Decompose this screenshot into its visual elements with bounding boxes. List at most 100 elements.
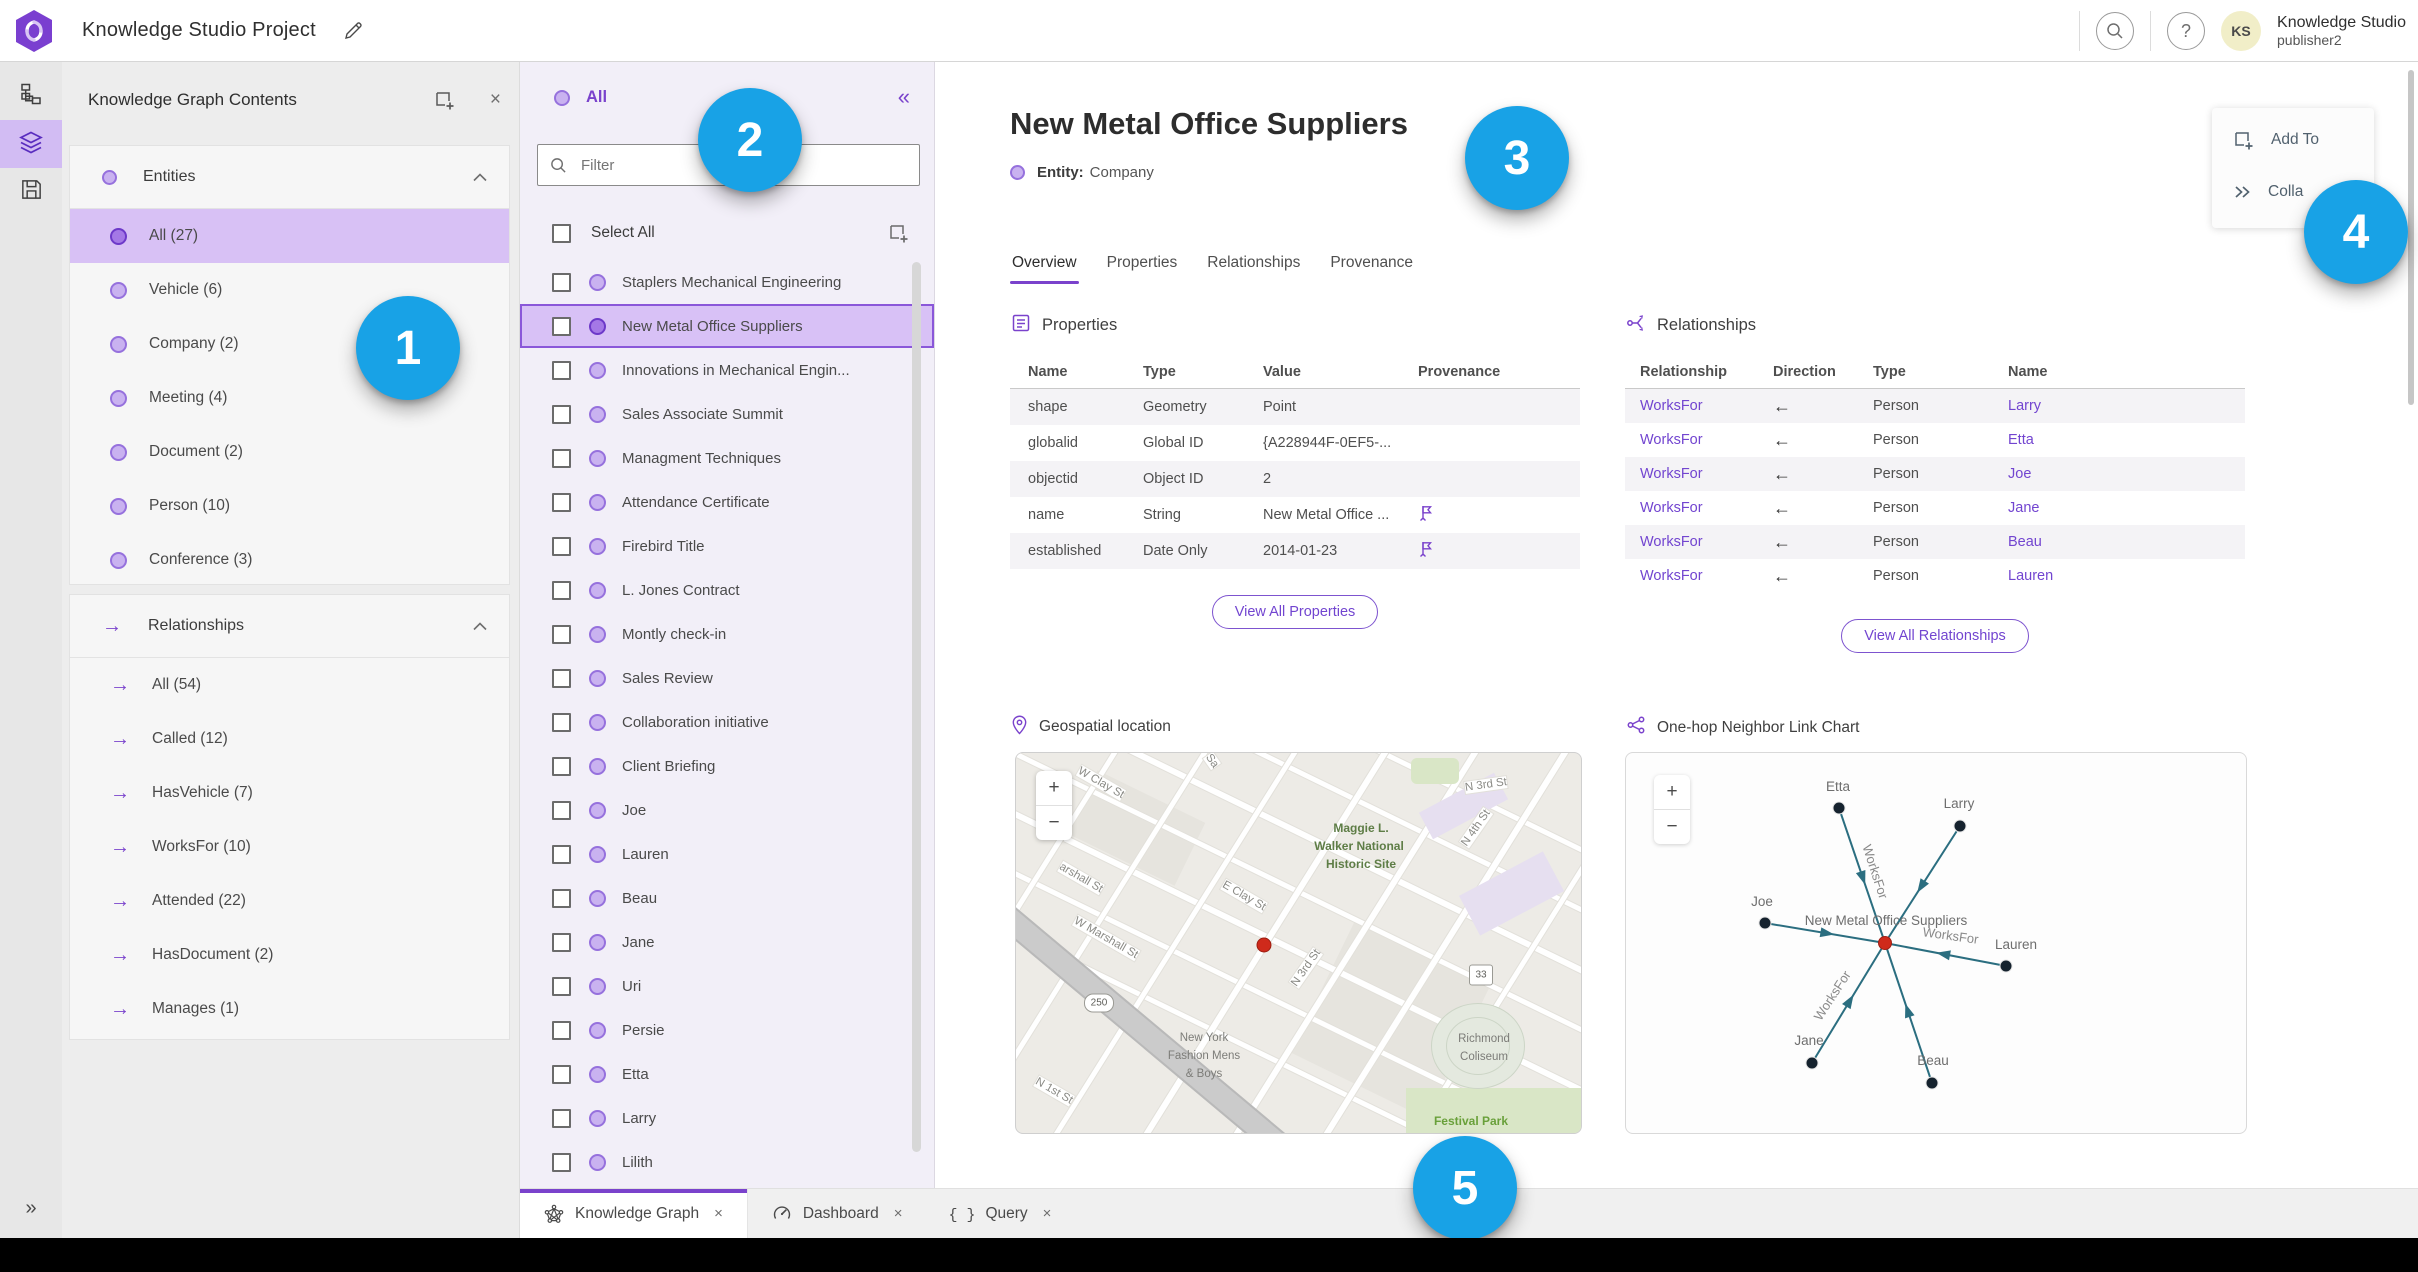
provenance-flag-icon[interactable] bbox=[1418, 540, 1580, 562]
entity-list-item[interactable]: Etta bbox=[520, 1052, 934, 1096]
chart-node[interactable] bbox=[1953, 819, 1967, 833]
relationship-type-item[interactable]: → HasVehicle (7) bbox=[70, 766, 509, 820]
entity-list-item[interactable]: Attendance Certificate bbox=[520, 480, 934, 524]
chart-node[interactable] bbox=[1758, 916, 1772, 930]
entity-list-item[interactable]: L. Jones Contract bbox=[520, 568, 934, 612]
relationship-type-item[interactable]: → All (54) bbox=[70, 658, 509, 712]
relationship-row[interactable]: WorksFor ← Person Etta bbox=[1625, 423, 2245, 457]
chevron-up-icon[interactable] bbox=[473, 621, 487, 631]
entities-section-header[interactable]: Entities bbox=[70, 146, 509, 209]
menu-item[interactable]: Add To bbox=[2212, 114, 2374, 166]
related-entity-link[interactable]: Jane bbox=[2008, 500, 2245, 516]
chart-node[interactable] bbox=[1805, 1056, 1819, 1070]
entity-list-item[interactable]: Lilith bbox=[520, 1140, 934, 1184]
entity-list-item[interactable]: Lauren bbox=[520, 832, 934, 876]
entity-list-item[interactable]: Firebird Title bbox=[520, 524, 934, 568]
item-checkbox[interactable] bbox=[552, 888, 571, 908]
zoom-out-button[interactable]: − bbox=[1654, 810, 1690, 844]
item-checkbox[interactable] bbox=[552, 800, 571, 820]
relationship-link[interactable]: WorksFor bbox=[1640, 500, 1773, 516]
one-hop-link-chart[interactable]: WorksFor WorksFor WorksFor Etta Larry Joe Laur… bbox=[1625, 752, 2247, 1134]
chart-node[interactable] bbox=[1999, 959, 2013, 973]
relationship-type-item[interactable]: → Attended (22) bbox=[70, 874, 509, 928]
detail-scrollbar[interactable] bbox=[2408, 70, 2414, 405]
link-chart-canvas[interactable]: WorksForWorksForWorksForEttaLarryJoeLaur… bbox=[1626, 753, 2246, 1133]
relationship-row[interactable]: WorksFor ← Person Jane bbox=[1625, 491, 2245, 525]
entity-list-item[interactable]: Jane bbox=[520, 920, 934, 964]
item-checkbox[interactable] bbox=[552, 448, 571, 468]
edit-title-icon[interactable] bbox=[342, 20, 364, 42]
entity-list-item[interactable]: Sales Associate Summit bbox=[520, 392, 934, 436]
property-row[interactable]: established Date Only 2014-01-23 bbox=[1010, 533, 1580, 569]
close-icon[interactable]: × bbox=[894, 1205, 903, 1222]
entity-type-item[interactable]: Person (10) bbox=[70, 479, 509, 533]
chart-center-node[interactable] bbox=[1878, 936, 1892, 950]
item-checkbox[interactable] bbox=[552, 404, 571, 424]
item-checkbox[interactable] bbox=[552, 536, 571, 556]
detail-tab[interactable]: Relationships bbox=[1205, 248, 1302, 284]
view-all-relationships-button[interactable]: View All Relationships bbox=[1841, 619, 2029, 653]
zoom-in-button[interactable]: + bbox=[1036, 771, 1072, 805]
relationship-link[interactable]: WorksFor bbox=[1640, 432, 1773, 448]
property-row[interactable]: shape Geometry Point bbox=[1010, 389, 1580, 425]
item-checkbox[interactable] bbox=[552, 492, 571, 512]
relationship-type-item[interactable]: → WorksFor (10) bbox=[70, 820, 509, 874]
entity-list-item[interactable]: Persie bbox=[520, 1008, 934, 1052]
geospatial-map[interactable]: W Clay St Sa N 3rd St Maggie L. Walker Natio… bbox=[1015, 752, 1582, 1134]
close-icon[interactable]: × bbox=[490, 89, 501, 111]
entity-type-item[interactable]: All (27) bbox=[70, 209, 509, 263]
entity-list-item[interactable]: Beau bbox=[520, 876, 934, 920]
entity-list-item[interactable]: New Metal Office Suppliers bbox=[520, 304, 934, 348]
property-row[interactable]: objectid Object ID 2 bbox=[1010, 461, 1580, 497]
add-new-icon[interactable] bbox=[887, 222, 910, 245]
item-checkbox[interactable] bbox=[552, 712, 571, 732]
item-checkbox[interactable] bbox=[552, 976, 571, 996]
item-checkbox[interactable] bbox=[552, 844, 571, 864]
relationship-type-item[interactable]: → Manages (1) bbox=[70, 982, 509, 1036]
entity-list-item[interactable]: Innovations in Mechanical Engin... bbox=[520, 348, 934, 392]
bottom-tab[interactable]: Dashboard × bbox=[748, 1189, 927, 1238]
add-new-icon[interactable] bbox=[433, 89, 456, 112]
relationship-row[interactable]: WorksFor ← Person Beau bbox=[1625, 525, 2245, 559]
relationship-link[interactable]: WorksFor bbox=[1640, 568, 1773, 584]
relationship-type-item[interactable]: → HasDocument (2) bbox=[70, 928, 509, 982]
search-button[interactable] bbox=[2096, 12, 2135, 50]
item-checkbox[interactable] bbox=[552, 1064, 571, 1084]
bottom-tab[interactable]: { } Query × bbox=[926, 1189, 1075, 1238]
relationship-row[interactable]: WorksFor ← Person Lauren bbox=[1625, 559, 2245, 593]
item-checkbox[interactable] bbox=[552, 316, 571, 336]
chevron-up-icon[interactable] bbox=[473, 172, 487, 182]
help-button[interactable]: ? bbox=[2167, 12, 2206, 50]
rail-item-save[interactable] bbox=[0, 168, 62, 216]
chart-node[interactable] bbox=[1925, 1076, 1939, 1090]
rail-item-layers[interactable] bbox=[0, 120, 62, 168]
bottom-tab[interactable]: Knowledge Graph × bbox=[520, 1189, 748, 1238]
zoom-out-button[interactable]: − bbox=[1036, 806, 1072, 840]
detail-tab[interactable]: Properties bbox=[1105, 248, 1180, 284]
entity-list-item[interactable]: Sales Review bbox=[520, 656, 934, 700]
entity-type-item[interactable]: Document (2) bbox=[70, 425, 509, 479]
entity-list-item[interactable]: Uri bbox=[520, 964, 934, 1008]
related-entity-link[interactable]: Beau bbox=[2008, 534, 2245, 550]
entity-list-item[interactable]: Montly check-in bbox=[520, 612, 934, 656]
chart-node[interactable] bbox=[1832, 801, 1846, 815]
item-checkbox[interactable] bbox=[552, 932, 571, 952]
relationship-link[interactable]: WorksFor bbox=[1640, 466, 1773, 482]
item-checkbox[interactable] bbox=[552, 624, 571, 644]
select-all-checkbox[interactable] bbox=[552, 223, 571, 243]
entity-list-item[interactable]: Larry bbox=[520, 1096, 934, 1140]
item-checkbox[interactable] bbox=[552, 756, 571, 776]
related-entity-link[interactable]: Etta bbox=[2008, 432, 2245, 448]
entity-list-item[interactable]: Collaboration initiative bbox=[520, 700, 934, 744]
entity-list-item[interactable]: Staplers Mechanical Engineering bbox=[520, 260, 934, 304]
detail-tab[interactable]: Overview bbox=[1010, 248, 1079, 284]
related-entity-link[interactable]: Joe bbox=[2008, 466, 2245, 482]
property-row[interactable]: name String New Metal Office ... bbox=[1010, 497, 1580, 533]
entity-list-item[interactable]: Managment Techniques bbox=[520, 436, 934, 480]
item-checkbox[interactable] bbox=[552, 1152, 571, 1172]
entity-list-item[interactable]: Joe bbox=[520, 788, 934, 832]
detail-tab[interactable]: Provenance bbox=[1328, 248, 1415, 284]
item-checkbox[interactable] bbox=[552, 360, 571, 380]
relationship-row[interactable]: WorksFor ← Person Joe bbox=[1625, 457, 2245, 491]
close-icon[interactable]: × bbox=[1043, 1205, 1052, 1222]
